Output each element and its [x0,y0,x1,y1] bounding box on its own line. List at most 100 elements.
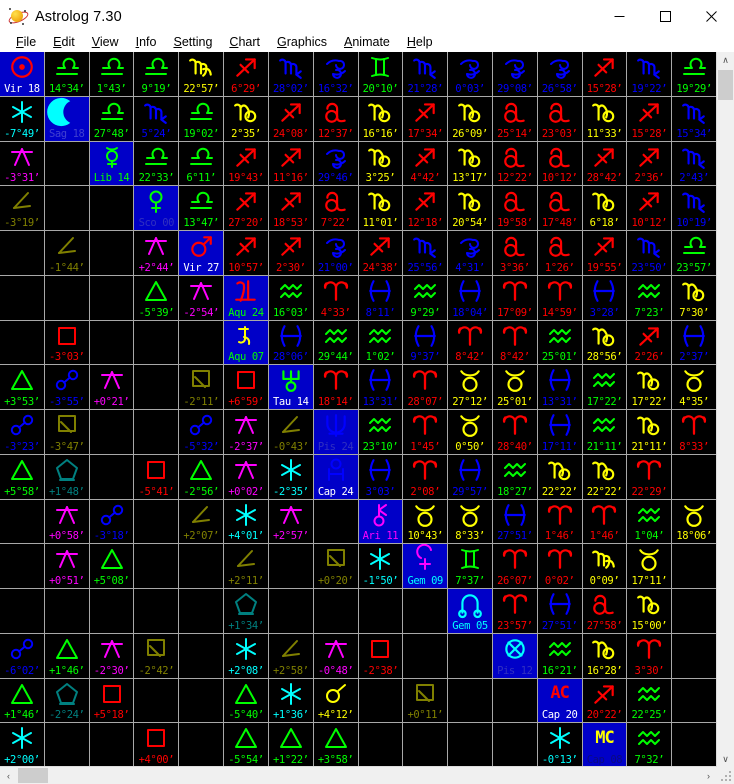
grid-diagonal-cell-sun[interactable]: Vir 18 [0,52,44,96]
sign-cell-pisces[interactable]: 28°06’ [268,320,313,365]
sign-cell-capricorn[interactable]: 11°33’ [582,96,627,141]
sign-cell-leo[interactable]: 17°48’ [537,186,582,230]
aspect-cell-square[interactable]: +5°18’ [89,678,134,723]
sign-cell-capricorn[interactable]: 20°54’ [448,186,492,230]
sign-cell-leo[interactable]: 1°26’ [537,231,582,275]
menu-item-view[interactable]: View [84,34,128,51]
grid-diagonal-cell-jupiter[interactable]: Aqu 24 [224,275,268,320]
aspect-cell-trine[interactable]: +5°08’ [89,544,134,588]
sign-cell-libra[interactable]: 9°19’ [134,52,179,96]
aspect-cell-opposition[interactable]: -3°23’ [0,410,44,454]
sign-cell-pisces[interactable]: 27°51’ [492,499,537,544]
sign-cell-capricorn[interactable]: 17°22’ [627,365,672,409]
aspect-cell-trine[interactable]: +1°46’ [44,633,89,678]
menu-item-info[interactable]: Info [128,34,166,51]
sign-cell-leo[interactable]: 27°58’ [582,589,627,633]
sign-cell-capricorn[interactable]: 22°22’ [582,454,627,499]
aspect-cell-semisextile[interactable]: +2°58’ [268,633,313,678]
sign-cell-sagittarius[interactable]: 4°42’ [403,141,448,186]
sign-cell-aries[interactable]: 23°57’ [492,589,537,633]
scroll-right-arrow[interactable]: › [700,767,717,784]
sign-cell-leo[interactable]: 12°37’ [313,96,358,141]
grid-diagonal-cell-mercury[interactable]: Lib 14 [89,141,134,186]
sign-cell-sagittarius[interactable]: 12°18’ [403,186,448,230]
aspect-cell-sextile[interactable]: +2°08’ [224,633,268,678]
sign-cell-sagittarius[interactable]: 19°43’ [224,141,268,186]
aspect-cell-inconjunct[interactable]: -2°54’ [179,275,224,320]
aspect-cell-trine[interactable]: +5°58’ [0,454,44,499]
sign-cell-pisces[interactable]: 2°37’ [672,320,716,365]
grid-diagonal-cell-saturn[interactable]: Aqu 07 [224,320,268,365]
sign-cell-taurus[interactable]: 10°43’ [403,499,448,544]
aspect-cell-square[interactable]: +6°59’ [224,365,268,409]
sign-cell-taurus[interactable]: 8°33’ [448,499,492,544]
sign-cell-aries[interactable]: 8°42’ [448,320,492,365]
sign-cell-aquarius[interactable]: 7°32’ [627,723,672,767]
sign-cell-aries[interactable]: 8°33’ [672,410,716,454]
maximize-button[interactable] [642,0,688,33]
sign-cell-aquarius[interactable]: 23°10’ [358,410,403,454]
sign-cell-libra[interactable]: 6°11’ [179,141,224,186]
sign-cell-aquarius[interactable]: 25°01’ [537,320,582,365]
sign-cell-aquarius[interactable]: 1°02’ [358,320,403,365]
sign-cell-libra[interactable]: 27°48’ [89,96,134,141]
sign-cell-scorpio[interactable]: 5°24’ [134,96,179,141]
sign-cell-sagittarius[interactable]: 10°12’ [627,186,672,230]
sign-cell-capricorn[interactable]: 2°35’ [224,96,268,141]
sign-cell-scorpio[interactable]: 2°43’ [672,141,716,186]
sign-cell-aries[interactable]: 28°40’ [492,410,537,454]
sign-cell-leo[interactable]: 19°58’ [492,186,537,230]
sign-cell-aries[interactable]: 1°46’ [537,499,582,544]
sign-cell-aries[interactable]: 14°59’ [537,275,582,320]
grid-diagonal-cell-chiron[interactable]: Ari 11 [358,499,403,544]
sign-cell-aquarius[interactable]: 22°25’ [627,678,672,723]
aspect-cell-semisextile[interactable]: +2°07’ [179,499,224,544]
sign-cell-leo[interactable]: 23°03’ [537,96,582,141]
aspect-cell-trine[interactable]: -5°54’ [224,723,268,767]
aspect-cell-sextile[interactable]: +4°01’ [224,499,268,544]
sign-cell-pisces[interactable]: 13°31’ [537,365,582,409]
sign-cell-aquarius[interactable]: 1°04’ [627,499,672,544]
sign-cell-capricorn[interactable]: 21°11’ [627,410,672,454]
sign-cell-gemini[interactable]: 7°37’ [448,544,492,588]
sign-cell-cancer[interactable]: 29°08’ [492,52,537,96]
sign-cell-pisces[interactable]: 27°51’ [537,589,582,633]
aspect-grid[interactable]: Vir 18 14°34’ 1°43’ 9°19’ 22°57’ 6°29’ 28°02’ 1… [0,52,716,768]
grid-diagonal-cell-ceres[interactable]: Gem 09 [403,544,448,588]
sign-cell-pisces[interactable]: 8°11’ [358,275,403,320]
aspect-cell-trine[interactable]: +3°53’ [0,365,44,409]
aspect-cell-opposition[interactable]: -3°18’ [89,499,134,544]
sign-cell-scorpio[interactable]: 25°56’ [403,231,448,275]
minimize-button[interactable] [596,0,642,33]
aspect-cell-semisextile[interactable]: -0°43’ [268,410,313,454]
sign-cell-sagittarius[interactable]: 27°20’ [224,186,268,230]
resize-grip[interactable] [717,767,734,784]
sign-cell-aries[interactable]: 26°07’ [492,544,537,588]
aspect-cell-semisextile[interactable]: +2°11’ [224,544,268,588]
aspect-cell-sextile[interactable]: -2°35’ [268,454,313,499]
sign-cell-libra[interactable]: 23°57’ [672,231,716,275]
sign-cell-libra[interactable]: 14°34’ [44,52,89,96]
sign-cell-capricorn[interactable]: 26°09’ [448,96,492,141]
sign-cell-libra[interactable]: 22°33’ [134,141,179,186]
sign-cell-aries[interactable]: 3°30’ [627,633,672,678]
aspect-cell-inconjunct[interactable]: +0°02’ [224,454,268,499]
sign-cell-leo[interactable]: 10°12’ [537,141,582,186]
grid-diagonal-cell-uranus[interactable]: Tau 14 [268,365,313,409]
aspect-cell-square[interactable]: -5°41’ [134,454,179,499]
aspect-cell-quintile[interactable]: +1°34’ [224,589,268,633]
close-button[interactable] [688,0,734,33]
sign-cell-taurus[interactable]: 25°01’ [492,365,537,409]
sign-cell-sagittarius[interactable]: 20°22’ [582,678,627,723]
sign-cell-taurus[interactable]: 27°12’ [448,365,492,409]
aspect-cell-inconjunct[interactable]: +0°58’ [44,499,89,544]
aspect-cell-square[interactable]: -2°38’ [358,633,403,678]
aspect-cell-sesquiquadrate[interactable]: -2°42’ [134,633,179,678]
sign-cell-sagittarius[interactable]: 15°28’ [582,52,627,96]
sign-cell-sagittarius[interactable]: 15°28’ [627,96,672,141]
sign-cell-pisces[interactable]: 9°37’ [403,320,448,365]
sign-cell-sagittarius[interactable]: 28°42’ [582,141,627,186]
sign-cell-pisces[interactable]: 13°31’ [358,365,403,409]
sign-cell-aquarius[interactable]: 9°29’ [403,275,448,320]
aspect-cell-square[interactable]: -3°03’ [44,320,89,365]
